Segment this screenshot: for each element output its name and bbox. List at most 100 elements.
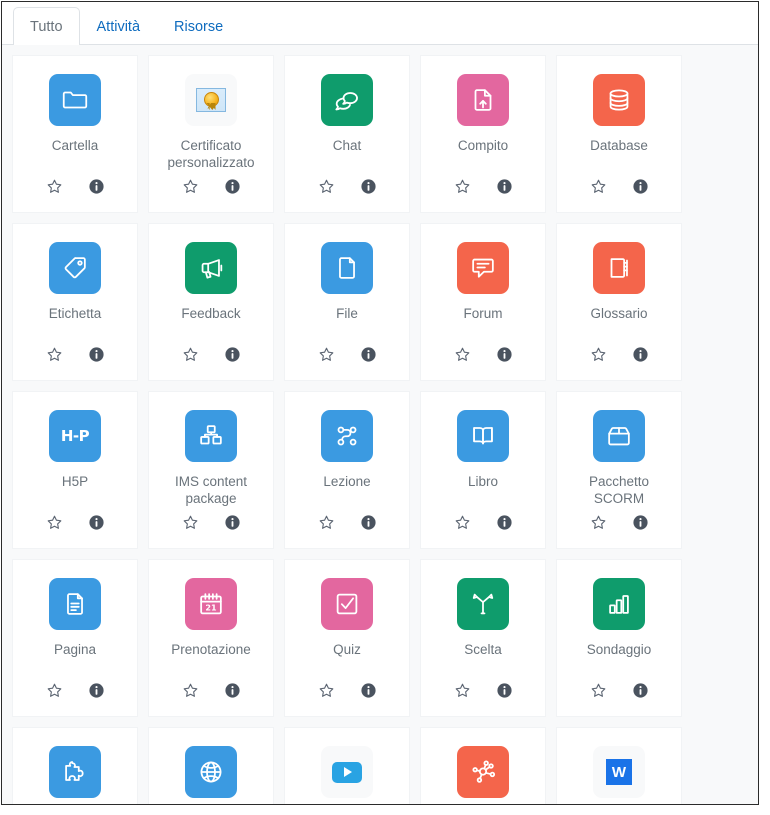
folder-icon — [49, 74, 101, 126]
activity-card-label: Lezione — [323, 474, 371, 489]
info-icon[interactable] — [496, 178, 513, 195]
chat-bubbles-icon — [321, 74, 373, 126]
favourite-star-icon[interactable] — [590, 514, 607, 531]
info-icon[interactable] — [496, 514, 513, 531]
activity-card[interactable]: Feedback — [148, 223, 274, 381]
activity-card[interactable]: Glossario — [556, 223, 682, 381]
info-icon[interactable] — [224, 514, 241, 531]
activity-card-label: Chat — [332, 138, 362, 153]
favourite-star-icon[interactable] — [454, 346, 471, 363]
favourite-star-icon[interactable] — [182, 682, 199, 699]
activity-card-label: Libro — [467, 474, 499, 489]
favourite-star-icon[interactable] — [318, 682, 335, 699]
info-icon[interactable] — [88, 346, 105, 363]
activity-card-label: Feedback — [181, 306, 241, 321]
favourite-star-icon[interactable] — [590, 682, 607, 699]
activity-card[interactable]: Libro — [420, 391, 546, 549]
activity-card[interactable]: Lezione — [284, 391, 410, 549]
info-icon[interactable] — [88, 514, 105, 531]
activity-card[interactable]: Pacchetto SCORM — [556, 391, 682, 549]
info-icon[interactable] — [632, 178, 649, 195]
database-icon — [593, 74, 645, 126]
page-text-icon — [49, 578, 101, 630]
info-icon[interactable] — [632, 346, 649, 363]
checkbox-checked-icon — [321, 578, 373, 630]
ribbon-shape — [206, 103, 216, 110]
card-actions — [13, 346, 137, 363]
globe-icon — [185, 746, 237, 798]
tab-risorse[interactable]: Risorse — [157, 7, 240, 46]
card-actions — [149, 178, 273, 195]
activity-card-label: Sondaggio — [586, 642, 652, 657]
tab-attività[interactable]: Attività — [80, 7, 158, 46]
info-icon[interactable] — [496, 346, 513, 363]
favourite-star-icon[interactable] — [182, 514, 199, 531]
card-actions — [557, 682, 681, 699]
favourite-star-icon[interactable] — [46, 346, 63, 363]
activity-card-label: Scelta — [464, 642, 502, 657]
activity-card[interactable]: Database — [556, 55, 682, 213]
activity-card[interactable]: H-P H5P — [12, 391, 138, 549]
activity-card-label: Quiz — [333, 642, 361, 657]
favourite-star-icon[interactable] — [590, 178, 607, 195]
chooser-tabs: Tutto Attività Risorse — [2, 2, 758, 45]
activity-card-label: IMS content package — [174, 474, 248, 506]
boxes-stack-icon — [185, 410, 237, 462]
activity-card[interactable]: Scelta — [420, 559, 546, 717]
puzzle-piece-icon — [49, 746, 101, 798]
favourite-star-icon[interactable] — [318, 514, 335, 531]
activity-card[interactable]: Video Time — [284, 727, 410, 804]
activity-card[interactable]: Forum — [420, 223, 546, 381]
favourite-star-icon[interactable] — [318, 178, 335, 195]
activity-card[interactable]: Tool esterno — [12, 727, 138, 804]
favourite-star-icon[interactable] — [46, 178, 63, 195]
activity-card[interactable]: Etichetta — [12, 223, 138, 381]
activity-card[interactable]: Compito — [420, 55, 546, 213]
favourite-star-icon[interactable] — [182, 178, 199, 195]
activity-card-label: Glossario — [590, 306, 648, 321]
favourite-star-icon[interactable] — [454, 514, 471, 531]
activity-grid: Cartella Certificato personalizzato Chat Co… — [2, 45, 758, 804]
info-icon[interactable] — [360, 514, 377, 531]
activity-card[interactable]: Wiki — [420, 727, 546, 804]
favourite-star-icon[interactable] — [454, 682, 471, 699]
info-icon[interactable] — [88, 682, 105, 699]
activity-card[interactable]: IMS content package — [148, 391, 274, 549]
info-icon[interactable] — [360, 682, 377, 699]
play-triangle — [344, 767, 352, 777]
info-icon[interactable] — [224, 682, 241, 699]
activity-card-label: Cartella — [51, 138, 99, 153]
activity-card[interactable]: Pagina — [12, 559, 138, 717]
activity-card-label: Forum — [463, 306, 503, 321]
activity-card[interactable]: WWooclap — [556, 727, 682, 804]
card-actions — [421, 682, 545, 699]
forum-comment-icon — [457, 242, 509, 294]
activity-card[interactable]: 21 Prenotazione — [148, 559, 274, 717]
favourite-star-icon[interactable] — [454, 178, 471, 195]
activity-card[interactable]: Quiz — [284, 559, 410, 717]
info-icon[interactable] — [224, 178, 241, 195]
tab-tutto[interactable]: Tutto — [13, 6, 80, 45]
favourite-star-icon[interactable] — [590, 346, 607, 363]
wooclap-w-icon: W — [593, 746, 645, 798]
info-icon[interactable] — [224, 346, 241, 363]
activity-card[interactable]: Sondaggio — [556, 559, 682, 717]
activity-card[interactable]: URL — [148, 727, 274, 804]
info-icon[interactable] — [360, 178, 377, 195]
activity-card[interactable]: Chat — [284, 55, 410, 213]
certificate-icon — [185, 74, 237, 126]
favourite-star-icon[interactable] — [318, 346, 335, 363]
activity-card[interactable]: Cartella — [12, 55, 138, 213]
info-icon[interactable] — [632, 682, 649, 699]
activity-card[interactable]: Certificato personalizzato — [148, 55, 274, 213]
info-icon[interactable] — [496, 682, 513, 699]
activity-card[interactable]: File — [284, 223, 410, 381]
activity-card-label: Compito — [457, 138, 509, 153]
favourite-star-icon[interactable] — [46, 514, 63, 531]
info-icon[interactable] — [88, 178, 105, 195]
info-icon[interactable] — [632, 514, 649, 531]
card-actions — [13, 682, 137, 699]
favourite-star-icon[interactable] — [182, 346, 199, 363]
favourite-star-icon[interactable] — [46, 682, 63, 699]
info-icon[interactable] — [360, 346, 377, 363]
